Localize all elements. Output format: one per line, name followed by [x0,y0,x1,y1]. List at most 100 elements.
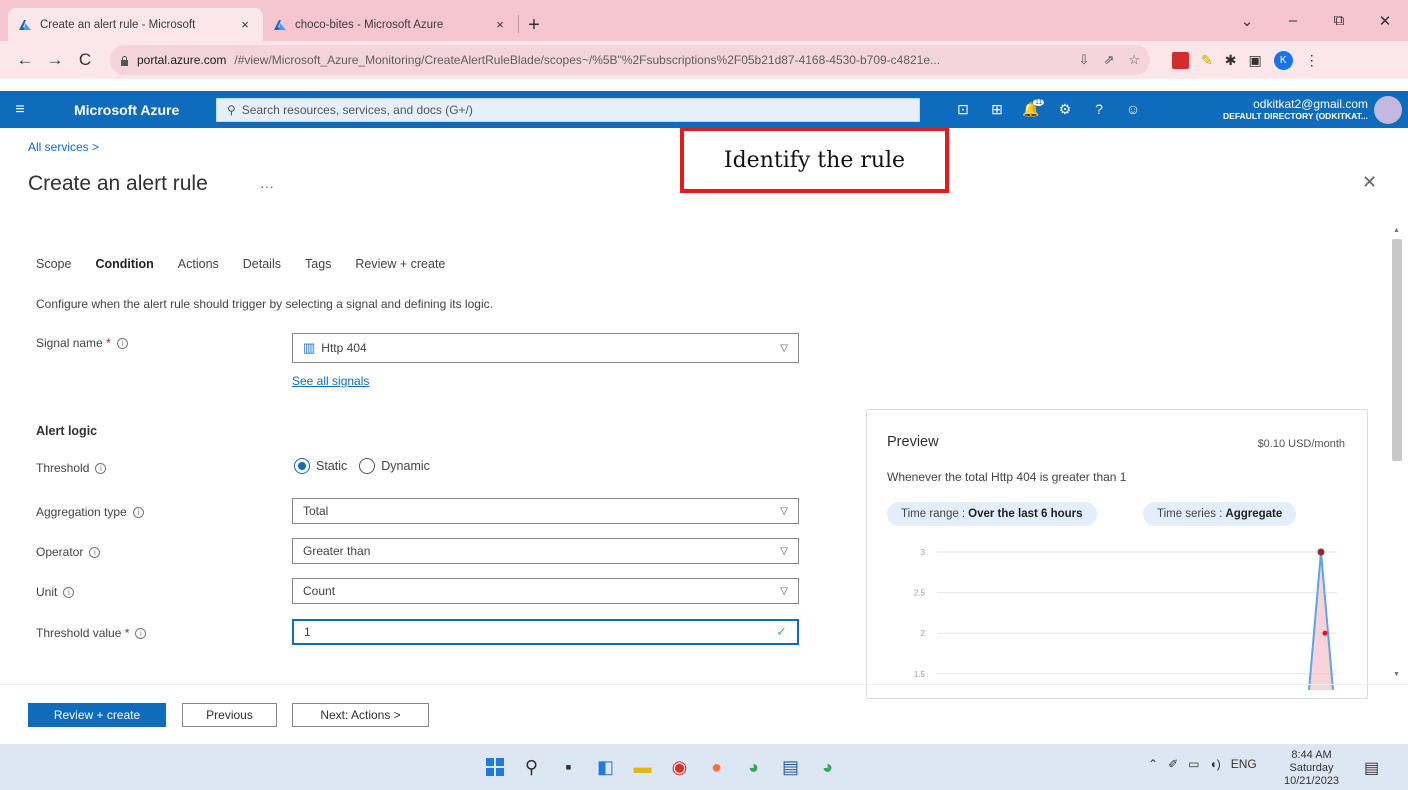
minimize-icon[interactable]: – [1270,12,1316,29]
threshold-value-input[interactable]: 1 ✓ [292,619,799,645]
help-icon[interactable]: ? [1082,101,1116,118]
tab-tags[interactable]: Tags [305,257,331,271]
firefox-icon[interactable]: ● [698,752,735,782]
notification-center-icon[interactable]: ▤ [1364,758,1379,778]
back-icon[interactable]: ← [12,50,38,70]
tab-details[interactable]: Details [243,257,281,271]
search-icon[interactable]: ⚲ [513,752,550,782]
pdf-extension-icon[interactable] [1172,51,1189,69]
info-icon[interactable]: i [135,628,147,640]
install-app-icon[interactable]: ⇩ [1079,52,1090,68]
start-icon[interactable] [476,752,513,782]
account-info: odkitkat2@gmail.com DEFAULT DIRECTORY (O… [1223,98,1368,122]
reload-icon[interactable]: C [72,50,98,70]
cloud-shell-icon[interactable]: ⊡ [946,101,980,118]
page-scrollbar[interactable]: ▲ ▼ [1390,225,1404,680]
static-radio[interactable] [294,458,310,474]
azure-brand[interactable]: Microsoft Azure [40,102,180,118]
info-icon[interactable]: i [116,338,128,350]
chart-threshold-point [1322,630,1328,636]
info-icon[interactable]: i [89,547,101,559]
info-icon[interactable]: i [132,507,144,519]
chrome-profile-2-icon[interactable]: ◕ [809,752,846,782]
clock-time: 8:44 AM [1291,749,1332,761]
extensions-area: ✎ ✱ ▣ K ⋮ [1172,50,1319,70]
page-title: Create an alert rule [28,172,208,195]
aggregation-type-select[interactable]: Total ▽ [292,498,799,524]
notifications-icon[interactable]: 🔔 11 [1014,99,1048,118]
signal-name-select[interactable]: ▥ Http 404 ▽ [292,333,799,363]
time-range-value: Over the last 6 hours [968,508,1083,520]
share-icon[interactable]: ⇗ [1103,52,1114,68]
unit-label: Unit i [36,585,75,599]
operator-select[interactable]: Greater than ▽ [292,538,799,564]
word-icon[interactable]: ▤ [772,752,809,782]
time-series-pill[interactable]: Time series : Aggregate [1143,502,1297,526]
side-panel-icon[interactable]: ▣ [1248,52,1261,69]
settings-gear-icon[interactable]: ⚙ [1048,101,1082,118]
close-window-icon[interactable]: ✕ [1362,12,1408,30]
directory-filter-icon[interactable]: ⊞ [980,101,1014,118]
widgets-icon[interactable]: ◧ [587,752,624,782]
global-search-input[interactable]: ⚲ Search resources, services, and docs (… [216,97,920,122]
time-range-label: Time range : [901,508,966,520]
time-range-pill[interactable]: Time range : Over the last 6 hours [887,502,1097,526]
chrome-icon[interactable]: ◉ [661,752,698,782]
new-tab-button[interactable]: + [519,14,549,37]
portal-menu-icon[interactable]: ≡ [0,101,40,119]
chevron-down-icon: ▽ [780,545,788,557]
breadcrumb[interactable]: All services > [28,140,99,154]
clock-day: Saturday [1289,762,1334,774]
bookmark-star-icon[interactable]: ☆ [1128,52,1140,68]
close-tab-icon[interactable]: × [237,17,253,32]
close-tab-icon[interactable]: × [492,17,508,32]
account-menu[interactable]: odkitkat2@gmail.com DEFAULT DIRECTORY (O… [1223,95,1408,124]
pen-extension-icon[interactable]: ✎ [1201,52,1213,69]
dynamic-radio[interactable] [359,458,376,474]
extensions-puzzle-icon[interactable]: ✱ [1225,52,1237,69]
operator-label: Operator i [36,545,101,559]
tab-search-icon[interactable]: ⌄ [1224,12,1270,30]
search-placeholder: Search resources, services, and docs (G+… [241,102,473,117]
close-blade-icon[interactable]: ✕ [1362,172,1377,193]
pen-icon[interactable]: ✐ [1168,757,1178,771]
browser-toolbar: ← → C portal.azure.com /#view/Microsoft_A… [0,41,1408,79]
see-all-signals-link[interactable]: See all signals [292,374,369,388]
feedback-icon[interactable]: ☺ [1116,101,1150,118]
tab-scope[interactable]: Scope [36,257,71,271]
user-avatar[interactable] [1374,95,1402,124]
file-explorer-icon[interactable]: ▬ [624,752,661,782]
forward-icon[interactable]: → [42,50,68,70]
browser-tab-create-alert[interactable]: Create an alert rule - Microsoft × [8,8,263,41]
clock[interactable]: 8:44 AM Saturday 10/21/2023 [1284,749,1339,788]
previous-button[interactable]: Previous [182,703,277,727]
profile-avatar[interactable]: K [1273,50,1293,70]
scroll-up-icon[interactable]: ▲ [1393,227,1400,234]
restore-icon[interactable]: ⧉ [1316,12,1362,29]
unit-select[interactable]: Count ▽ [292,578,799,604]
chrome-profile-icon[interactable]: ◕ [735,752,772,782]
chart-tick-label: 2 [921,629,926,638]
account-email: odkitkat2@gmail.com [1253,96,1368,111]
next-actions-button[interactable]: Next: Actions > [292,703,429,727]
language-indicator[interactable]: ENG [1231,757,1257,771]
tab-actions[interactable]: Actions [178,257,219,271]
url-path: /#view/Microsoft_Azure_Monitoring/Create… [234,53,941,67]
show-hidden-icons-icon[interactable]: ⌃ [1148,757,1158,771]
chart-area [1309,552,1333,690]
browser-menu-icon[interactable]: ⋮ [1305,52,1319,69]
scroll-down-icon[interactable]: ▼ [1393,671,1400,678]
more-options-icon[interactable]: ··· [260,178,274,194]
address-bar[interactable]: portal.azure.com /#view/Microsoft_Azure_M… [110,45,1150,75]
tab-review-create[interactable]: Review + create [355,257,445,271]
battery-icon[interactable]: ▭ [1188,757,1199,771]
volume-icon[interactable]: ◖) [1209,757,1220,771]
info-icon[interactable]: i [63,587,75,599]
browser-tab-choco-bites[interactable]: choco-bites - Microsoft Azure × [263,8,518,41]
info-icon[interactable]: i [95,463,107,475]
task-view-icon[interactable]: ▪ [550,752,587,782]
scroll-thumb[interactable] [1392,239,1402,461]
review-create-button[interactable]: Review + create [28,703,166,727]
aggregation-value: Total [303,504,329,518]
tab-condition[interactable]: Condition [95,257,153,271]
